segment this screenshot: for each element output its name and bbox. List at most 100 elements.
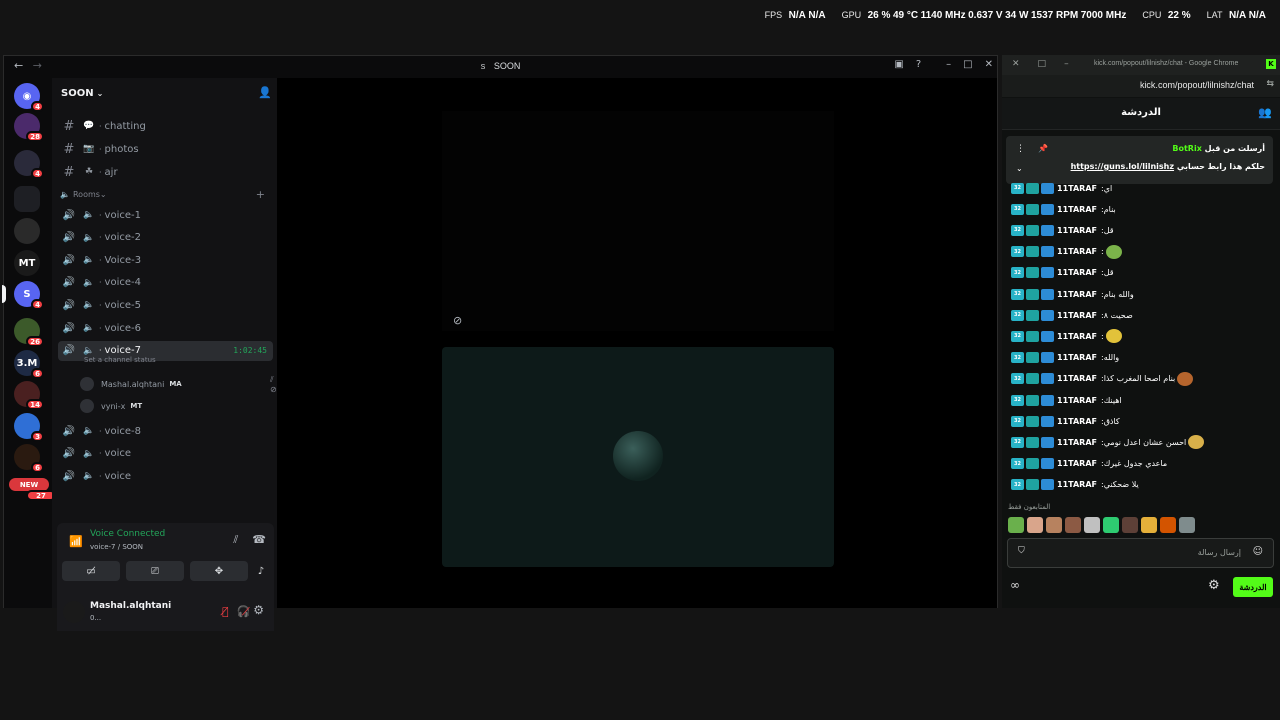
activities-button[interactable]: ✥ (190, 561, 248, 581)
emote-8[interactable] (1141, 517, 1157, 533)
chat-message[interactable]: 32 11TARAF: اي (1011, 181, 1112, 195)
noise-suppression-icon[interactable]: ⫽ (233, 533, 238, 547)
gear-icon[interactable]: ⚙ (1208, 578, 1220, 593)
server-icon-server-6[interactable]: MT (14, 250, 40, 276)
chat-username[interactable]: 11TARAF (1057, 396, 1097, 405)
chat-username[interactable]: 11TARAF (1057, 353, 1097, 362)
text-channel-chatting[interactable]: # 💬 · chatting (58, 116, 273, 136)
emote-9[interactable] (1160, 517, 1176, 533)
server-icon-server-12[interactable]: 6 (14, 444, 44, 473)
server-icon-server-2[interactable]: 28 (14, 113, 44, 142)
voice-channel-voice-4[interactable]: 🔊 🔈 · voice-4 (58, 273, 273, 293)
voice-channel-voice[interactable]: 🔊 🔈 · voice (58, 466, 273, 486)
minimize-icon[interactable]: – (946, 59, 951, 70)
set-channel-status[interactable]: Set a channel status (84, 356, 156, 364)
chat-message[interactable]: 32 11TARAF: بنام (1011, 202, 1116, 216)
server-icon-server-10[interactable]: 14 (14, 381, 44, 410)
chat-message[interactable]: 32 11TARAF: احسن عشان اعدل نومي (1011, 435, 1205, 450)
headphones-deafened-icon[interactable]: 🎧̸ (237, 605, 251, 618)
voice-connected-channel[interactable]: voice-7 / SOON (90, 543, 143, 551)
voice-channel-Voice-3[interactable]: 🔊 🔈 · Voice-3 (58, 250, 273, 270)
more-icon[interactable]: ⋮ (1016, 144, 1025, 154)
soundboard-button[interactable]: ♪ (254, 561, 268, 581)
screen-share-button[interactable]: ⎚ (126, 561, 184, 581)
shield-icon[interactable]: ⛉ (1018, 546, 1025, 556)
emote-4[interactable] (1065, 517, 1081, 533)
server-icon-server-9[interactable]: 3.M 6 (14, 350, 44, 379)
chat-username[interactable]: 11TARAF (1057, 459, 1097, 468)
emote-5[interactable] (1084, 517, 1100, 533)
chat-message[interactable]: 32 11TARAF: والله (1011, 351, 1119, 365)
server-icon-server-5[interactable] (14, 218, 40, 244)
chat-message[interactable]: 32 11TARAF: (1011, 244, 1122, 259)
server-icon-server-soon[interactable]: S4 (14, 281, 44, 310)
server-icon-folder[interactable] (14, 186, 40, 212)
disconnect-icon[interactable]: ☎ (252, 533, 266, 547)
category-rooms[interactable]: 🔈 Rooms ⌄ + (60, 188, 265, 201)
close-icon[interactable]: ✕ (1012, 59, 1020, 69)
avatar[interactable] (63, 601, 85, 623)
url-text[interactable]: kick.com/popout/lilnishz/chat (1140, 80, 1254, 90)
chat-message[interactable]: 32 11TARAF: قل (1011, 266, 1114, 280)
gear-icon[interactable]: ⚙ (253, 603, 264, 617)
emoji-icon[interactable]: ☺ (1253, 546, 1263, 557)
chat-username[interactable]: 11TARAF (1057, 332, 1097, 341)
camera-off-button[interactable]: ▭̸ (62, 561, 120, 581)
emote-10[interactable] (1179, 517, 1195, 533)
participant-tile[interactable] (442, 347, 834, 567)
server-icon-server-3[interactable]: 4 (14, 150, 44, 179)
chat-username[interactable]: 11TARAF (1057, 205, 1097, 214)
chat-username[interactable]: 11TARAF (1057, 247, 1097, 256)
server-icon-server-11[interactable]: 3 (14, 413, 44, 442)
voice-channel-voice[interactable]: 🔊 🔈 · voice (58, 444, 273, 464)
help-icon[interactable]: ? (916, 59, 921, 70)
user-name[interactable]: Mashal.alqhtani (90, 601, 171, 611)
chat-username[interactable]: 11TARAF (1057, 374, 1097, 383)
chat-message[interactable]: 32 11TARAF: (1011, 329, 1122, 344)
video-tile-empty[interactable] (442, 111, 834, 331)
pinned-link[interactable]: https://guns.lol/lilnishz (1071, 162, 1174, 171)
voice-user[interactable]: vyni-x MT (80, 397, 142, 415)
chat-input-placeholder[interactable]: إرسال رسالة (1198, 548, 1241, 557)
chat-username[interactable]: 11TARAF (1057, 226, 1097, 235)
voice-user[interactable]: Mashal.alqhtani MA ⫽ ⊘ (80, 375, 277, 394)
pin-icon[interactable]: 📌 (1038, 144, 1048, 153)
chat-message[interactable]: 32 11TARAF: قل (1011, 223, 1114, 237)
mic-muted-icon[interactable]: 🎙̸ (222, 605, 229, 618)
chat-username[interactable]: 11TARAF (1057, 311, 1097, 320)
chat-input[interactable]: إرسال رسالة ☺ ⛉ (1007, 538, 1274, 568)
chat-username[interactable]: 11TARAF (1057, 184, 1097, 193)
chat-username[interactable]: 11TARAF (1057, 268, 1097, 277)
close-icon[interactable]: ✕ (985, 59, 993, 70)
emote-7[interactable] (1122, 517, 1138, 533)
emote-6[interactable] (1103, 517, 1119, 533)
site-settings-icon[interactable]: ⇆ (1266, 79, 1274, 89)
voice-channel-voice-6[interactable]: 🔊 🔈 · voice-6 (58, 318, 273, 338)
voice-channel-voice-1[interactable]: 🔊 🔈 · voice-1 (58, 205, 273, 225)
emote-1[interactable] (1008, 517, 1024, 533)
invite-people-icon[interactable]: 👤 (258, 86, 272, 99)
server-header[interactable]: SOON ⌄ 👤 (52, 78, 277, 108)
pinned-bot-name[interactable]: BotRix (1172, 144, 1201, 153)
voice-channel-voice-2[interactable]: 🔊 🔈 · voice-2 (58, 228, 273, 248)
voice-channel-voice-5[interactable]: 🔊 🔈 · voice-5 (58, 295, 273, 315)
chat-username[interactable]: 11TARAF (1057, 480, 1097, 489)
text-channel-ajr[interactable]: # ☘ · ajr (58, 162, 273, 182)
chat-message[interactable]: 32 11TARAF: كاذق (1011, 414, 1120, 428)
chat-message[interactable]: 32 11TARAF: بنام اصحا المغرب كذا (1011, 371, 1194, 386)
chat-message[interactable]: 32 11TARAF: والله بنام (1011, 287, 1134, 301)
emote-3[interactable] (1046, 517, 1062, 533)
chevron-down-icon[interactable]: ⌄ (1016, 164, 1023, 173)
users-icon[interactable]: 👥 (1258, 106, 1272, 119)
maximize-icon[interactable]: □ (963, 59, 972, 70)
voice-connected-label[interactable]: Voice Connected (90, 529, 165, 539)
pinned-message[interactable]: أرسلت من قبل BotRix حلكم هذا رابط حسابي … (1006, 136, 1273, 184)
text-channel-photos[interactable]: # 📷 · photos (58, 139, 273, 159)
voice-channel-voice-8[interactable]: 🔊 🔈 · voice-8 (58, 421, 273, 441)
emote-2[interactable] (1027, 517, 1043, 533)
chat-message[interactable]: 32 11TARAF: يلا ضحكني (1011, 478, 1139, 492)
minimize-icon[interactable]: – (1064, 59, 1069, 69)
chat-username[interactable]: 11TARAF (1057, 438, 1097, 447)
chat-message[interactable]: 32 11TARAF: ماعدي جدول غيرك (1011, 457, 1167, 471)
chat-message[interactable]: 32 11TARAF: صحيت ٨ (1011, 308, 1133, 322)
